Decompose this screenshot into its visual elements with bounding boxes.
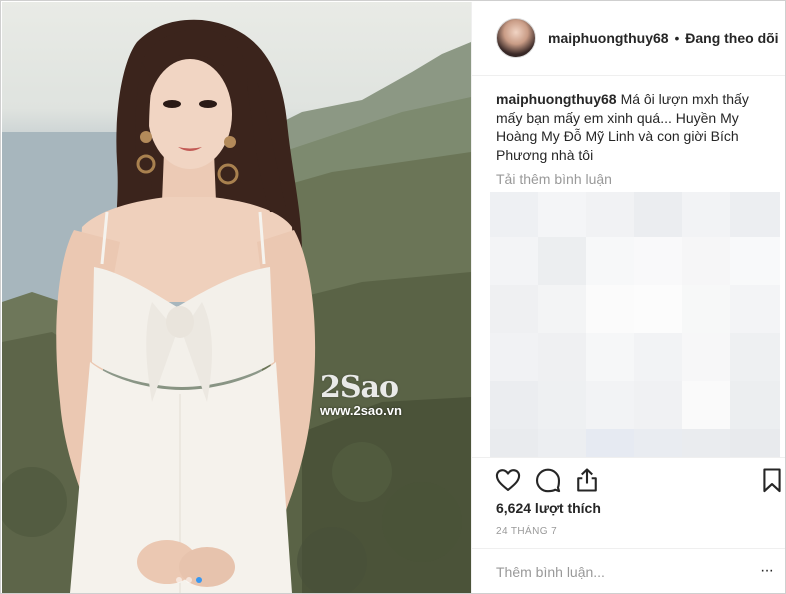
carousel-dot-active: [196, 577, 202, 583]
likes-count-link[interactable]: 6,624 lượt thích: [496, 500, 601, 516]
blurred-comments-area: [490, 192, 780, 457]
watermark: 2Sao www.2sao.vn: [320, 370, 430, 418]
actions-divider: [472, 457, 785, 458]
watermark-logo: 2Sao: [320, 370, 399, 405]
watermark-url: www.2sao.vn: [320, 403, 402, 418]
photo-illustration: [2, 19, 471, 593]
bookmark-icon[interactable]: [758, 466, 785, 494]
more-options-icon[interactable]: ···: [760, 563, 778, 579]
post-details-panel: maiphuongthuy68 • Đang theo dõi maiphuon…: [471, 2, 785, 593]
comment-bar: ···: [472, 548, 785, 593]
load-more-comments-link[interactable]: Tải thêm bình luận: [496, 171, 612, 187]
header-separator: •: [674, 30, 680, 46]
carousel-dot: [186, 577, 192, 583]
comment-icon[interactable]: [534, 466, 562, 494]
post-header: maiphuongthuy68 • Đang theo dõi: [472, 2, 785, 76]
header-username-link[interactable]: maiphuongthuy68: [548, 30, 669, 46]
header-text: maiphuongthuy68 • Đang theo dõi: [548, 30, 779, 46]
avatar[interactable]: [496, 18, 536, 58]
post-date[interactable]: 24 THÁNG 7: [496, 526, 557, 537]
post-caption: maiphuongthuy68 Má ôi lượn mxh thấy mấy b…: [496, 90, 766, 164]
caption-username-link[interactable]: maiphuongthuy68: [496, 91, 617, 107]
carousel-indicator: [176, 577, 202, 583]
carousel-dot: [176, 577, 182, 583]
heart-icon[interactable]: [494, 466, 522, 494]
share-icon[interactable]: [573, 466, 601, 494]
post-modal: 2Sao www.2sao.vn maiphuongthuy68 • Đang …: [0, 0, 786, 594]
post-photo[interactable]: 2Sao www.2sao.vn: [2, 2, 471, 593]
following-button[interactable]: Đang theo dõi: [685, 30, 778, 46]
add-comment-input[interactable]: [496, 564, 736, 580]
